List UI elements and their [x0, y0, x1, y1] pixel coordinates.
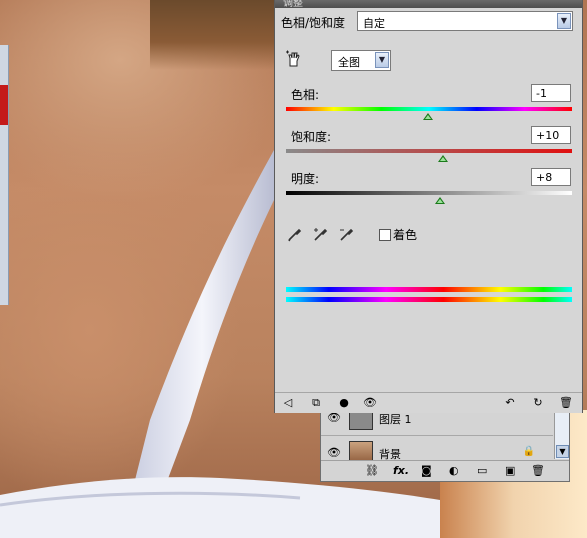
- fx-icon[interactable]: fx.: [393, 464, 409, 477]
- colorize-checkbox[interactable]: [379, 229, 391, 241]
- folder-icon[interactable]: ▭: [477, 464, 487, 477]
- panel-titlebar[interactable]: 调整: [275, 0, 582, 9]
- preset-value: 自定: [363, 17, 385, 30]
- left-panel-edge: [0, 45, 9, 305]
- layer-name: 图层 1: [379, 413, 412, 426]
- hue-input[interactable]: -1: [531, 84, 571, 102]
- new-layer-icon[interactable]: ▣: [505, 464, 515, 477]
- lightness-input[interactable]: +8: [531, 168, 571, 186]
- panel-bottom-toolbar: ◁ ⧉ ● 👁 ↶ ↻ 🗑: [275, 392, 582, 413]
- layers-toolbar: ⛓ fx. ◙ ◐ ▭ ▣ 🗑: [321, 460, 569, 481]
- trash-icon[interactable]: 🗑: [559, 396, 573, 410]
- reset-icon[interactable]: ↻: [531, 396, 545, 410]
- eyedropper-plus-icon[interactable]: [313, 226, 329, 242]
- adjustment-type-label: 色相/饱和度: [281, 16, 346, 30]
- targeted-adjustment-hand-icon[interactable]: [285, 50, 303, 68]
- back-arrow-icon[interactable]: ◁: [281, 396, 295, 410]
- adjustments-panel: 调整 色相/饱和度 自定 ▼ 全图 ▼ 色相: -1 饱和度: +10 明度: …: [274, 0, 583, 413]
- input-color-spectrum: [286, 287, 572, 292]
- preset-dropdown[interactable]: 自定 ▼: [357, 11, 573, 31]
- eyedropper-icon[interactable]: [287, 226, 303, 242]
- saturation-slider-track[interactable]: [286, 149, 572, 153]
- scroll-down-arrow-icon[interactable]: ▼: [556, 445, 569, 458]
- chevron-down-icon[interactable]: ▼: [375, 52, 389, 68]
- saturation-slider-thumb[interactable]: [438, 155, 449, 162]
- saturation-label: 饱和度:: [291, 130, 332, 144]
- clip-to-layer-icon[interactable]: ●: [337, 396, 351, 410]
- hue-slider-track[interactable]: [286, 107, 572, 111]
- trash-icon[interactable]: 🗑: [531, 464, 545, 477]
- left-panel-red-strip: [0, 85, 8, 125]
- output-color-spectrum: [286, 297, 572, 302]
- lightness-slider-thumb[interactable]: [435, 197, 446, 204]
- chevron-down-icon[interactable]: ▼: [557, 13, 571, 29]
- mask-icon[interactable]: ◙: [421, 464, 432, 477]
- edit-range-value: 全图: [338, 56, 360, 69]
- panel-title: 调整: [283, 0, 303, 9]
- lock-icon: 🔒: [522, 446, 535, 457]
- expand-view-icon[interactable]: ⧉: [309, 396, 323, 410]
- hue-slider-thumb[interactable]: [422, 113, 433, 120]
- edit-range-dropdown[interactable]: 全图 ▼: [331, 50, 391, 71]
- eye-icon[interactable]: 👁: [327, 446, 341, 459]
- saturation-input[interactable]: +10: [531, 126, 571, 144]
- adjustment-icon[interactable]: ◐: [449, 464, 459, 477]
- link-icon[interactable]: ⛓: [365, 464, 379, 477]
- previous-state-icon[interactable]: ↶: [503, 396, 517, 410]
- hue-label: 色相:: [291, 88, 320, 102]
- colorize-label: 着色: [393, 228, 418, 242]
- lightness-slider-track[interactable]: [286, 191, 572, 195]
- eyedropper-minus-icon[interactable]: [339, 226, 355, 242]
- eye-icon[interactable]: 👁: [363, 396, 377, 410]
- lightness-label: 明度:: [291, 172, 320, 186]
